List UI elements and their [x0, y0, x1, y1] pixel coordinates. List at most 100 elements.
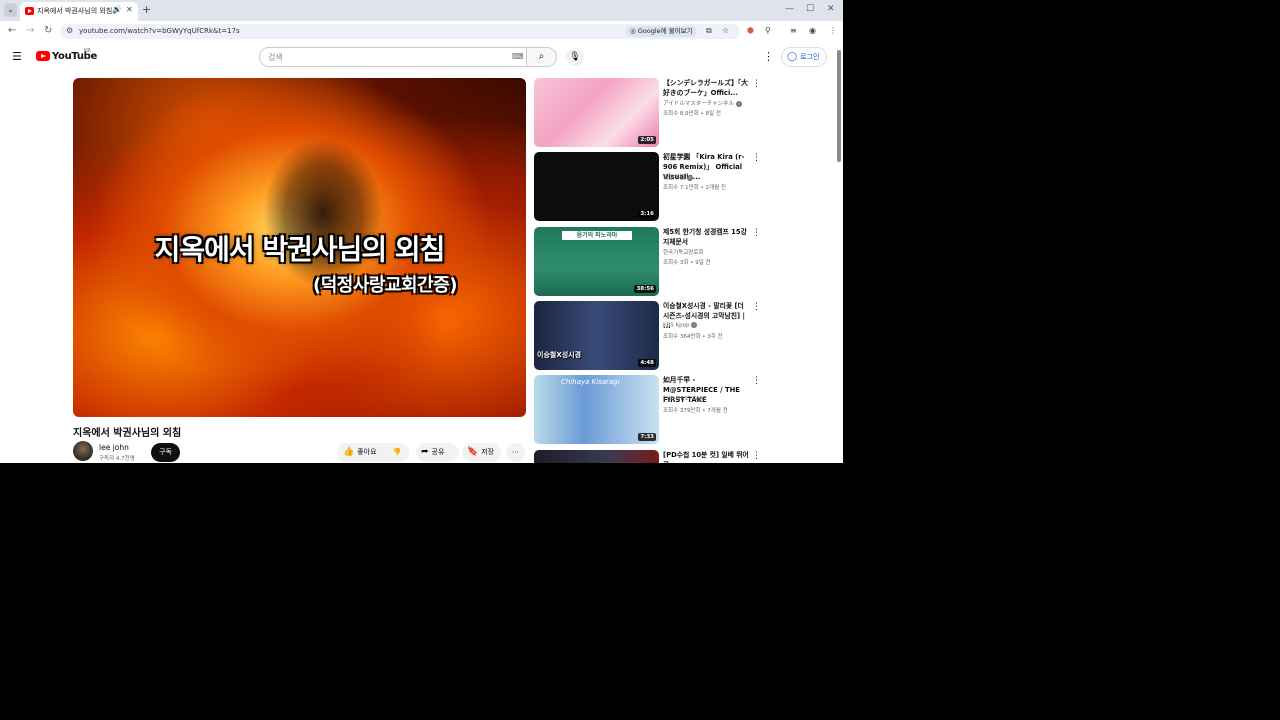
search-placeholder: 검색 — [268, 53, 283, 62]
puzzle-icon[interactable]: ⚲ — [765, 26, 771, 35]
verified-icon: ✓ — [691, 322, 698, 328]
new-tab-icon[interactable]: + — [142, 3, 151, 16]
video-player[interactable]: 지옥에서 박권사님의 외침 (덕정사랑교회간증) — [73, 78, 526, 417]
ask-google-label: Google에 물어보기 — [637, 27, 693, 35]
address-bar[interactable]: ⚙ youtube.com/watch?v=bGWyYqUfCRk&t=17s … — [60, 24, 740, 39]
page-scrollbar[interactable] — [837, 50, 841, 162]
channel-label: アイドルマスターチャンネル — [663, 101, 735, 107]
recommendation-item[interactable]: 2:05 【シンデレラガールズ】「大好きのブーケ」Offici... アイドルマ… — [534, 78, 764, 148]
thumbnail-caption: Chihaya Kisaragi — [561, 378, 620, 386]
extension-icon[interactable]: ⬢ — [747, 26, 754, 35]
recommendation-title[interactable]: 【シンデレラガールズ】「大好きのブーケ」Offici... — [663, 78, 751, 98]
maximize-icon[interactable]: ☐ — [806, 4, 814, 14]
recommendation-item[interactable]: [PD수첩 10분 컷] 일베 뛰어르 ⋮ — [534, 450, 764, 463]
reload-icon[interactable]: ↻ — [44, 25, 52, 36]
recommendation-meta: 조회수 7.1만회 • 2개월 전 — [663, 185, 726, 191]
url-text[interactable]: youtube.com/watch?v=bGWyYqUfCRk&t=17s — [79, 27, 240, 35]
thumbs-up-icon: 👍 — [343, 447, 355, 457]
close-icon[interactable]: ✕ — [126, 5, 133, 14]
save-button[interactable]: 🔖 저장 — [462, 443, 501, 462]
like-button[interactable]: 👍 좋아요 — [337, 443, 389, 462]
thumbnail-caption: 음기의 파노라마 — [562, 231, 632, 240]
channel-name[interactable]: lee john — [99, 443, 129, 452]
more-vertical-icon[interactable]: ⋮ — [752, 153, 761, 163]
dislike-button[interactable]: 👎 — [385, 443, 409, 462]
duration-badge: 7:33 — [638, 433, 656, 441]
more-vertical-icon[interactable]: ⋮ — [752, 376, 761, 386]
recommendation-meta: 조회수 3회 • 9일 전 — [663, 260, 711, 266]
forward-icon[interactable]: → — [26, 25, 34, 36]
recommendation-channel: 初星学園 ✓ — [663, 173, 694, 181]
browser-toolbar: ← → ↻ ⚙ youtube.com/watch?v=bGWyYqUfCRk&… — [0, 21, 843, 42]
duration-badge: 38:56 — [634, 285, 656, 293]
bookmark-star-icon[interactable]: ☆ — [722, 26, 729, 35]
video-thumbnail[interactable]: 2:05 — [534, 78, 659, 147]
like-label: 좋아요 — [357, 448, 377, 456]
keyboard-icon[interactable]: ⌨ — [512, 52, 524, 61]
profile-icon[interactable]: ◉ — [809, 26, 816, 35]
channel-avatar[interactable] — [73, 441, 93, 461]
youtube-favicon-icon — [25, 7, 34, 15]
window-close-icon[interactable]: ✕ — [827, 4, 835, 14]
subscribe-button[interactable]: 구독 — [151, 443, 180, 462]
more-horizontal-icon: ⋯ — [512, 448, 519, 456]
recommendation-title[interactable]: 제5회 한기청 성경캠프 15강 지체문서 — [663, 227, 751, 247]
more-vertical-icon[interactable]: ⋮ — [752, 302, 761, 312]
recommendation-item[interactable]: 3:16 初星学園 「Kira Kira (r-906 Remix)」 Offi… — [534, 152, 764, 222]
hamburger-menu-icon[interactable]: ☰ — [12, 50, 22, 63]
video-thumbnail[interactable]: 3:16 — [534, 152, 659, 221]
thumbnail-caption: 이승철X성시경 — [537, 351, 582, 359]
minimize-icon[interactable]: — — [785, 4, 794, 14]
recommendation-title[interactable]: [PD수첩 10분 컷] 일베 뛰어르 — [663, 450, 751, 463]
save-label: 저장 — [481, 448, 495, 456]
channel-label: KBS Kpop — [663, 322, 690, 329]
tab-search-icon[interactable]: ⌄ — [4, 3, 17, 17]
video-thumbnail[interactable] — [534, 450, 659, 463]
share-icon: ➦ — [421, 447, 429, 457]
more-vertical-icon[interactable]: ⋮ — [752, 451, 761, 461]
recommendation-channel: 한국기독교장로회 — [663, 250, 704, 256]
install-app-icon[interactable]: ⧉ — [706, 26, 712, 36]
region-code: KR — [84, 48, 91, 54]
search-input[interactable]: 검색 ⌨ — [259, 47, 527, 67]
back-icon[interactable]: ← — [8, 25, 16, 36]
recommendation-item[interactable]: Chihaya Kisaragi 7:33 如月千早 - M@STERPIECE… — [534, 375, 764, 445]
verified-icon: ✓ — [687, 174, 694, 181]
verified-icon: ✓ — [736, 100, 743, 107]
thumbnail-title: 지옥에서 박권사님의 외침 — [154, 233, 446, 266]
subscriber-count: 구독자 4.7천명 — [99, 456, 135, 462]
duration-badge: 3:16 — [638, 210, 656, 218]
thumbnail-subtitle: (덕정사랑교회간증) — [313, 275, 457, 296]
more-actions-button[interactable]: ⋯ — [506, 443, 525, 462]
speaker-icon[interactable]: 🔊 — [112, 5, 122, 14]
thumbs-down-icon: 👎 — [392, 448, 402, 456]
tab-strip: ⌄ 지옥에서 박권사님의 외침 🔊 ✕ + — ☐ ✕ — [0, 0, 843, 21]
browser-tab[interactable]: 지옥에서 박권사님의 외침 🔊 ✕ — [20, 2, 138, 21]
youtube-logo-icon[interactable] — [36, 51, 50, 61]
chrome-menu-icon[interactable]: ⋮ — [829, 26, 837, 35]
recommendation-meta: 조회수 8.9만회 • 8일 전 — [663, 111, 721, 117]
search-button[interactable]: ⌕ — [527, 47, 557, 67]
site-info-icon[interactable]: ⚙ — [66, 26, 73, 35]
video-thumbnail[interactable]: Chihaya Kisaragi 7:33 — [534, 375, 659, 444]
youtube-masthead: ☰ YouTube KR 검색 ⌨ ⌕ 🎙 ⋮ ◯ 로그인 — [0, 42, 843, 72]
tab-title: 지옥에서 박권사님의 외침 — [37, 7, 113, 15]
recommendation-item[interactable]: 이승철X성시경 4:48 이승철X성시경 - 말리꽃 [더 시즌즈-성시경의 고… — [534, 301, 764, 371]
ask-google-button[interactable]: ◎ Google에 물어보기 — [626, 26, 697, 37]
more-vertical-icon[interactable]: ⋮ — [752, 228, 761, 238]
share-label: 공유 — [431, 448, 445, 456]
recommendation-item[interactable]: 음기의 파노라마 38:56 제5회 한기청 성경캠프 15강 지체문서 한국기… — [534, 227, 764, 297]
login-button[interactable]: ◯ 로그인 — [781, 47, 828, 67]
more-vertical-icon[interactable]: ⋮ — [752, 79, 761, 89]
login-label: 로그인 — [800, 53, 820, 61]
recommendation-channel: THE FIRST TAKE — [663, 396, 707, 402]
microphone-icon[interactable]: 🎙 — [566, 48, 584, 66]
video-thumbnail[interactable]: 이승철X성시경 4:48 — [534, 301, 659, 370]
video-thumbnail[interactable]: 음기의 파노라마 38:56 — [534, 227, 659, 296]
settings-more-icon[interactable]: ⋮ — [763, 50, 774, 63]
recommendation-meta: 조회수 364만회 • 3주 전 — [663, 334, 723, 340]
media-control-icon[interactable]: ≡ — [790, 26, 797, 35]
duration-badge: 4:48 — [638, 359, 656, 367]
video-title: 지옥에서 박권사님의 외침 — [73, 428, 182, 439]
share-button[interactable]: ➦ 공유 — [416, 443, 459, 462]
